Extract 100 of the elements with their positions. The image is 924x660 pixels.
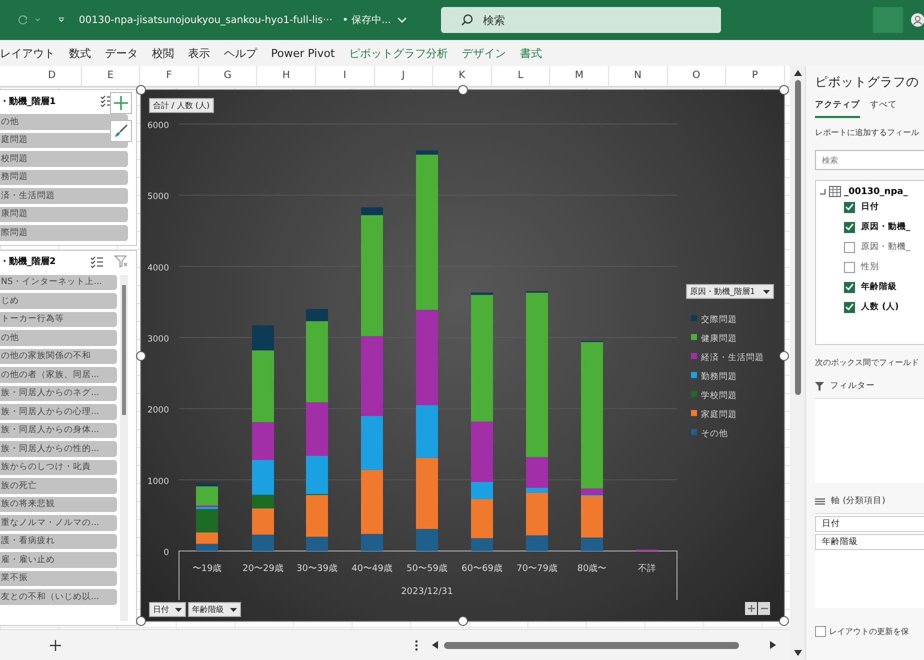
scroll-right-icon[interactable]	[770, 641, 776, 649]
column-header[interactable]: I	[316, 66, 375, 86]
resize-handle[interactable]	[136, 616, 146, 626]
slicer-item[interactable]: 族・同居人からの心理...	[0, 404, 117, 420]
bar-segment[interactable]	[196, 506, 218, 509]
field-checkbox[interactable]	[844, 202, 855, 212]
bar-segment[interactable]	[416, 528, 438, 551]
slicer-item[interactable]: 際問題	[0, 225, 128, 240]
bar-segment[interactable]	[471, 482, 493, 500]
field-checkbox[interactable]	[844, 282, 855, 292]
multi-select-icon[interactable]	[90, 256, 104, 268]
bar-segment[interactable]	[581, 537, 603, 551]
slicer-item[interactable]: 校問題	[0, 151, 128, 166]
ribbon-tab[interactable]: Power Pivot	[264, 46, 342, 60]
ribbon-tab[interactable]: 書式	[512, 46, 549, 60]
redo-icon[interactable]	[18, 13, 29, 27]
slicer-item[interactable]: 族・同居人からの身体...	[0, 422, 117, 438]
resize-handle[interactable]	[458, 85, 468, 95]
bar-segment[interactable]	[526, 488, 548, 493]
field-checkbox[interactable]	[844, 262, 855, 272]
resize-handle[interactable]	[136, 85, 146, 95]
field-search[interactable]: 検索	[815, 150, 924, 170]
slicer-item[interactable]: 康問題	[0, 206, 128, 222]
ribbon-tab[interactable]: 数式	[62, 46, 98, 60]
resize-handle[interactable]	[779, 350, 789, 360]
column-header[interactable]: G	[198, 66, 258, 86]
scrollbar-thumb[interactable]	[794, 80, 800, 395]
slicer-item[interactable]: 庭問題	[0, 132, 128, 148]
slicer-item[interactable]: NS・インターネット上...	[0, 274, 117, 290]
bar-segment[interactable]	[361, 534, 383, 551]
bar-segment[interactable]	[196, 486, 218, 506]
slicer-item[interactable]: 族からのしつけ・叱責	[0, 460, 117, 475]
column-header[interactable]: M	[550, 66, 609, 86]
slicer-item[interactable]: 友との不和（いじめ以...	[0, 589, 117, 604]
scroll-left-icon[interactable]	[432, 641, 438, 649]
resize-handle[interactable]	[779, 616, 789, 626]
value-field-button[interactable]: 合計 / 人数 (人)	[149, 98, 214, 113]
collapse-button[interactable]	[758, 602, 770, 615]
bar-segment[interactable]	[252, 508, 274, 535]
ribbon-tab[interactable]: デザイン	[454, 46, 513, 60]
slicer-item[interactable]: 雇・雇い止め	[0, 552, 117, 568]
clear-filter-icon[interactable]	[114, 255, 128, 268]
scroll-down-icon[interactable]	[794, 650, 802, 656]
column-header[interactable]: J	[374, 66, 434, 86]
slicer-item[interactable]: じめ	[0, 293, 117, 308]
resize-handle[interactable]	[779, 85, 789, 95]
scrollbar-thumb[interactable]	[444, 642, 739, 648]
save-status[interactable]: • 保存中...	[342, 13, 408, 27]
column-header[interactable]: H	[257, 66, 316, 86]
ribbon-tab[interactable]: レイアウト	[0, 46, 62, 60]
slicer-item[interactable]: の他の者（家族、同居...	[0, 367, 117, 382]
column-header[interactable]: N	[608, 66, 668, 86]
slicer-item[interactable]: 族・同居人からの性的...	[0, 441, 117, 456]
area-field[interactable]: 日付	[815, 516, 924, 532]
more-icon[interactable]	[415, 640, 418, 650]
scrollbar-thumb[interactable]	[122, 284, 126, 414]
column-header[interactable]: O	[668, 66, 726, 86]
search-field[interactable]: 検索	[441, 7, 722, 33]
bar-segment[interactable]	[306, 309, 328, 322]
expand-button[interactable]	[745, 602, 757, 615]
defer-checkbox[interactable]	[815, 626, 826, 637]
legend-field-button[interactable]: 原因・動機_階層1	[686, 284, 774, 299]
collapse-icon[interactable]	[820, 188, 826, 194]
slicer-item[interactable]: の他	[0, 114, 128, 130]
bar-segment[interactable]	[196, 483, 218, 486]
ribbon-tab[interactable]: データ	[98, 46, 145, 60]
ribbon-tab[interactable]: 校閲	[145, 46, 181, 60]
resize-handle[interactable]	[458, 616, 468, 626]
scroll-up-icon[interactable]	[794, 70, 802, 76]
slicer-item[interactable]: 務問題	[0, 170, 128, 185]
column-header[interactable]: D	[23, 66, 82, 86]
bar-segment[interactable]	[306, 456, 328, 494]
field-checkbox[interactable]	[844, 242, 855, 252]
ribbon-tab[interactable]: ピボットグラフ分析	[342, 46, 455, 60]
slicer-item[interactable]: 護・看病疲れ	[0, 534, 117, 549]
ribbon-tab[interactable]: ヘルプ	[217, 46, 264, 60]
axis-field-button[interactable]: 年齢階級	[188, 602, 241, 617]
bar-segment[interactable]	[416, 150, 438, 155]
slicer-item[interactable]: 族・同居人からのネグ...	[0, 386, 117, 401]
pane-tab[interactable]: アクティブ	[815, 97, 860, 118]
field-checkbox[interactable]	[844, 222, 855, 232]
style-button[interactable]	[110, 120, 132, 142]
slicer-item[interactable]: 族の将来悲観	[0, 496, 117, 512]
caret-icon[interactable]	[34, 17, 40, 23]
field-checkbox[interactable]	[844, 302, 855, 312]
slicer-item[interactable]: 族の死亡	[0, 478, 117, 494]
bar-segment[interactable]	[361, 207, 383, 216]
resize-handle[interactable]	[136, 350, 146, 360]
ribbon-tab[interactable]: 表示	[181, 46, 217, 60]
column-header[interactable]: L	[492, 66, 550, 86]
pane-tab[interactable]: すべて	[870, 97, 897, 118]
bar-segment[interactable]	[252, 460, 274, 495]
slicer-item[interactable]: 重なノルマ・ノルマの...	[0, 515, 117, 530]
bar-segment[interactable]	[306, 494, 328, 537]
slicer-item[interactable]: の他	[0, 330, 117, 346]
slicer-item[interactable]: 業不振	[0, 570, 117, 586]
axis-field-button[interactable]: 日付	[149, 602, 186, 617]
slicer-item[interactable]: 済・生活問題	[0, 188, 128, 204]
area-field[interactable]: 年齢階級	[815, 534, 924, 550]
bar-segment[interactable]	[526, 535, 548, 551]
